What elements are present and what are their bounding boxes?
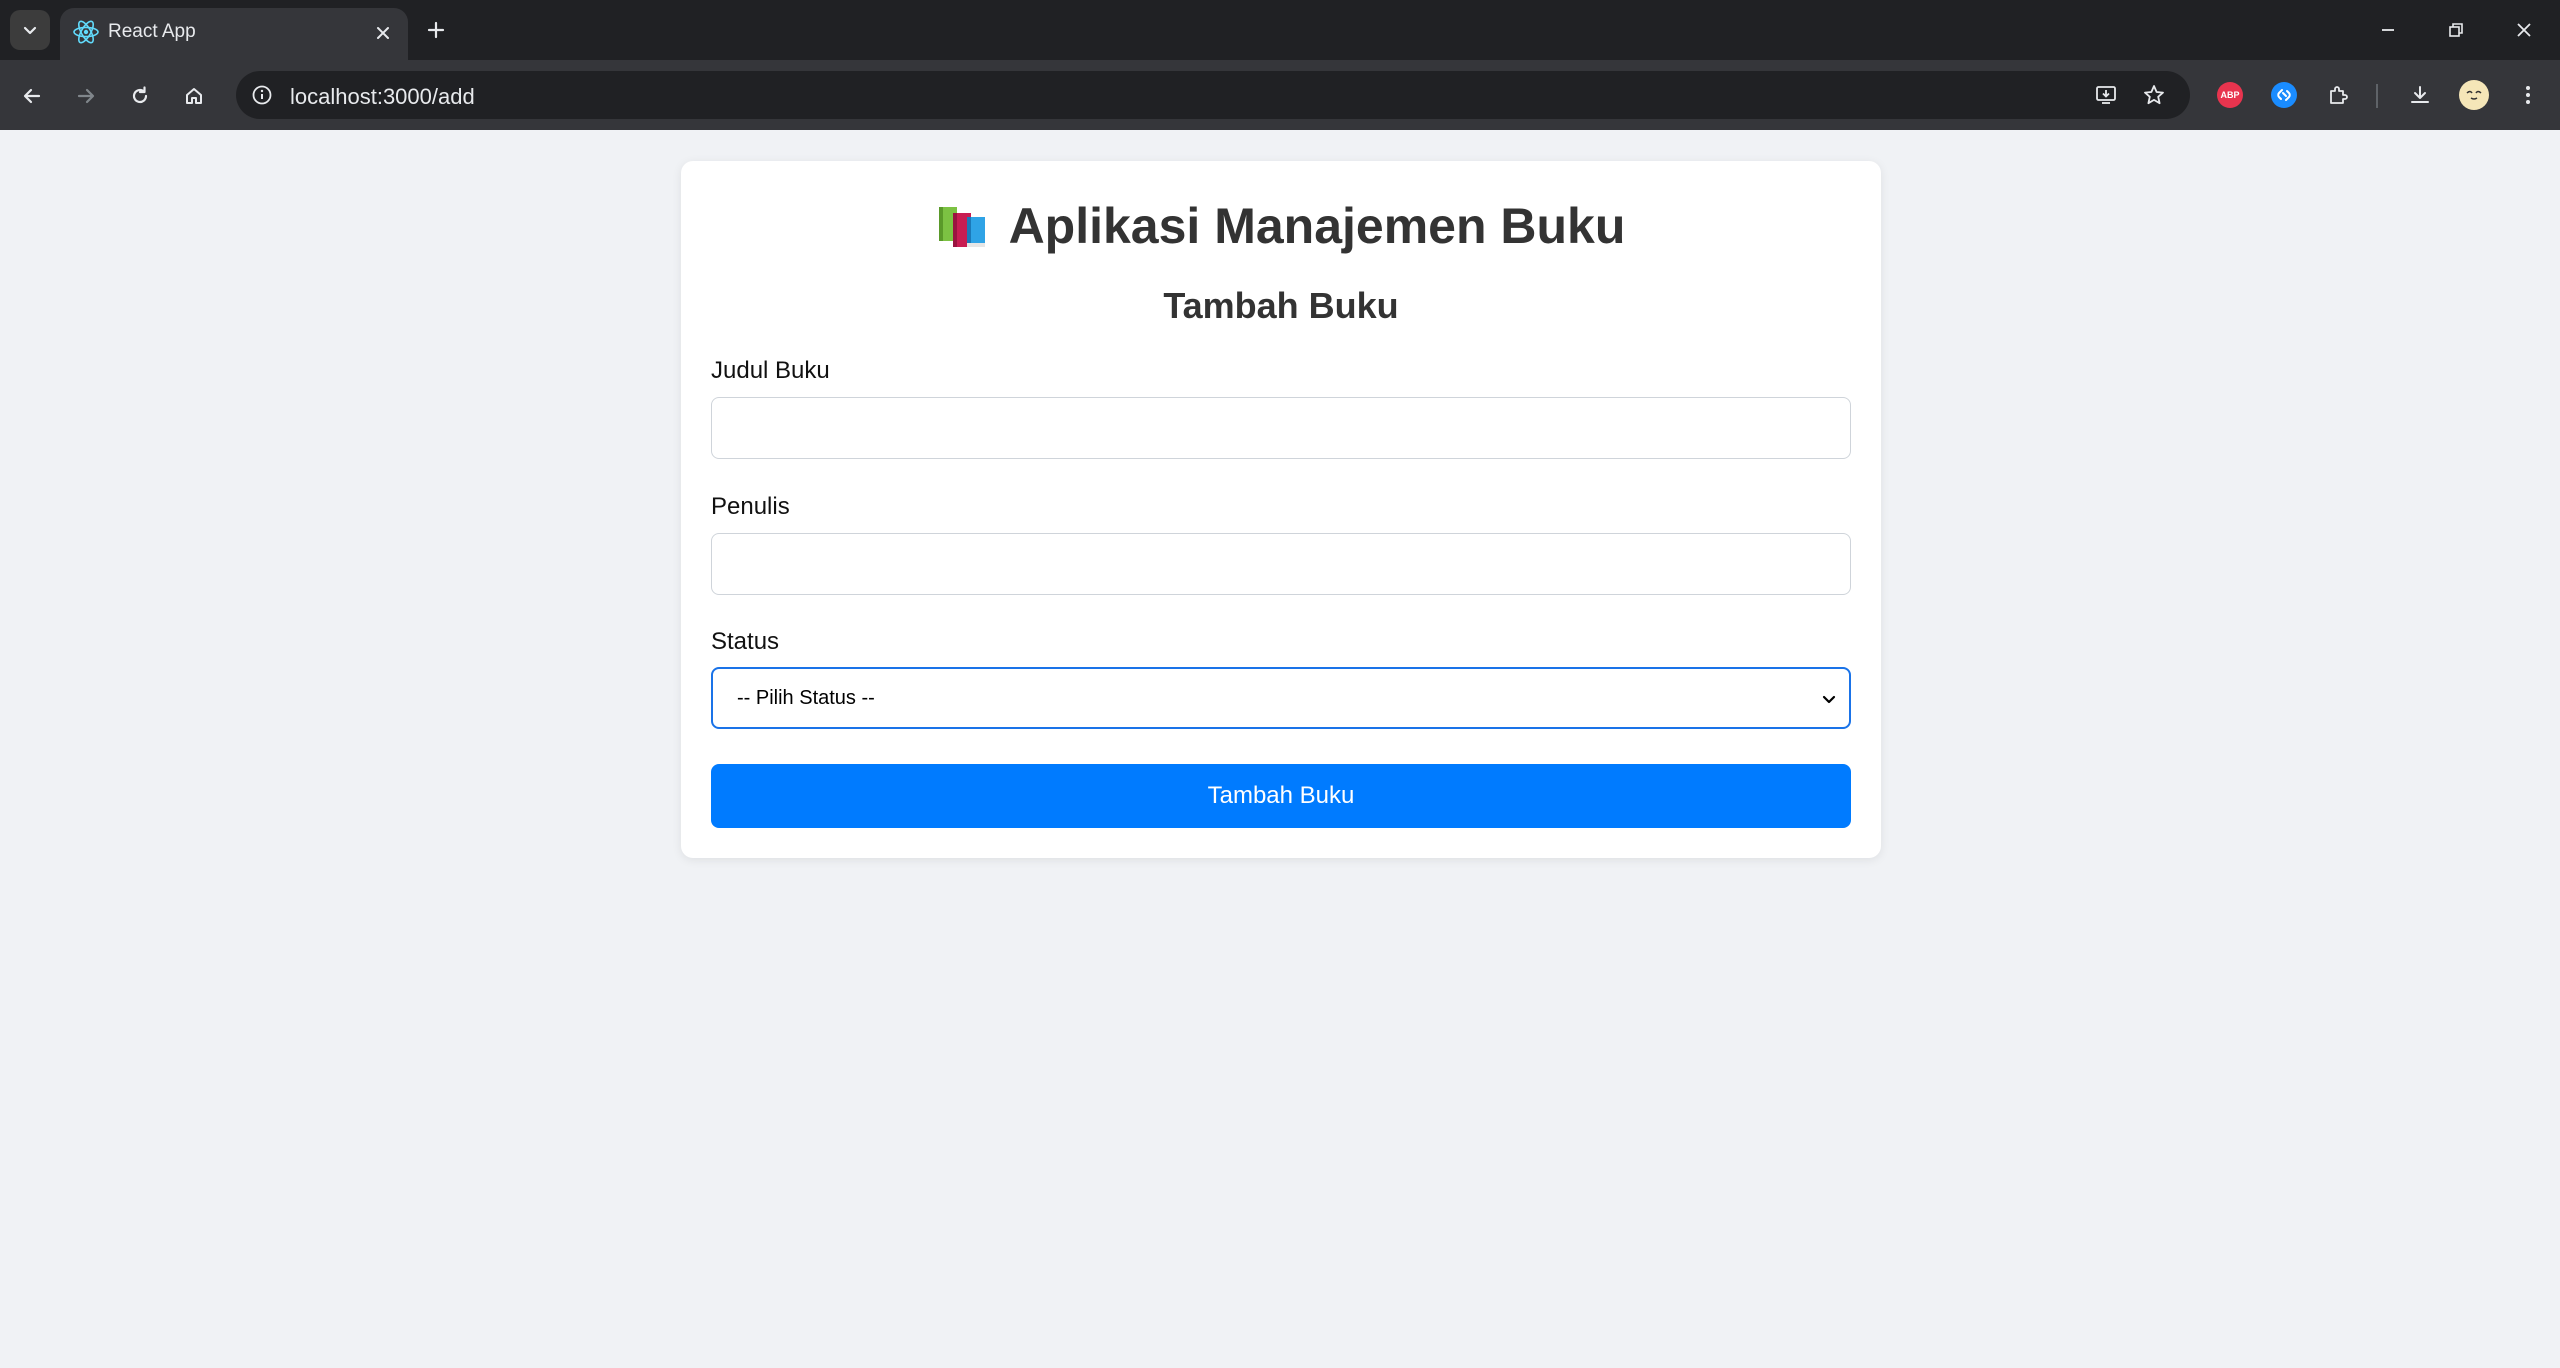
- avatar: [2459, 80, 2489, 110]
- forward-button[interactable]: [66, 76, 106, 116]
- status-select[interactable]: -- Pilih Status --: [711, 667, 1851, 729]
- downloads-button[interactable]: [2400, 75, 2440, 115]
- books-icon: [938, 207, 985, 247]
- title-label: Judul Buku: [711, 357, 830, 384]
- profile-button[interactable]: [2454, 75, 2494, 115]
- chevron-down-icon: [23, 26, 37, 35]
- page-subtitle: Tambah Buku: [1163, 285, 1399, 326]
- restore-button[interactable]: [2422, 0, 2490, 60]
- url-text: localhost:3000/add: [290, 84, 475, 109]
- arrow-right-icon: [77, 88, 95, 104]
- author-input[interactable]: [711, 533, 1851, 595]
- shazam-extension-button[interactable]: [2264, 75, 2304, 115]
- minimize-icon: [2382, 29, 2394, 31]
- plus-icon: [427, 21, 445, 39]
- add-book-card: Aplikasi Manajemen Buku Tambah Buku Judu…: [681, 161, 1881, 858]
- new-tab-button[interactable]: [418, 12, 454, 48]
- adblock-icon: ABP: [2217, 82, 2243, 108]
- bookmark-button[interactable]: [2138, 79, 2170, 111]
- shazam-icon: [2271, 82, 2297, 108]
- arrow-left-icon: [23, 88, 41, 104]
- info-icon: [252, 85, 272, 105]
- browser-toolbar: localhost:3000/add ABP: [0, 60, 2560, 130]
- tab-strip: React App: [0, 0, 2560, 60]
- toolbar-divider: [2376, 84, 2378, 108]
- add-book-button[interactable]: Tambah Buku: [711, 764, 1851, 828]
- status-selected-value: -- Pilih Status --: [737, 687, 875, 709]
- adblock-extension-button[interactable]: ABP: [2210, 75, 2250, 115]
- back-button[interactable]: [12, 76, 52, 116]
- close-window-button[interactable]: [2490, 0, 2558, 60]
- restore-icon: [2449, 23, 2463, 37]
- close-icon: [2517, 23, 2531, 37]
- tab-close-button[interactable]: [370, 20, 396, 46]
- react-icon: [73, 20, 99, 44]
- download-icon: [2411, 86, 2429, 103]
- status-label: Status: [711, 628, 780, 655]
- minimize-button[interactable]: [2354, 0, 2422, 60]
- browser-menu-button[interactable]: [2508, 75, 2548, 115]
- reload-button[interactable]: [120, 76, 160, 116]
- close-icon: [377, 27, 389, 39]
- home-button[interactable]: [174, 76, 214, 116]
- title-input[interactable]: [711, 397, 1851, 459]
- install-app-button[interactable]: [2090, 79, 2122, 111]
- kebab-menu-icon: [2526, 86, 2530, 104]
- app-title-heading: Aplikasi Manajemen Buku: [681, 197, 1881, 255]
- star-icon: [2144, 85, 2164, 105]
- author-label: Penulis: [711, 493, 790, 520]
- extensions-button[interactable]: [2318, 75, 2358, 115]
- tab-title: React App: [108, 21, 196, 42]
- address-bar[interactable]: localhost:3000/add: [236, 71, 2190, 119]
- active-tab[interactable]: React App: [60, 8, 408, 60]
- chevron-down-icon: [1819, 689, 1839, 709]
- install-icon: [2096, 86, 2116, 104]
- puzzle-icon: [2330, 86, 2348, 104]
- home-icon: [186, 88, 202, 104]
- site-info-button[interactable]: [246, 79, 278, 111]
- app-title-text: Aplikasi Manajemen Buku: [1008, 198, 1626, 254]
- reload-icon: [132, 86, 148, 104]
- tab-search-button[interactable]: [10, 10, 50, 50]
